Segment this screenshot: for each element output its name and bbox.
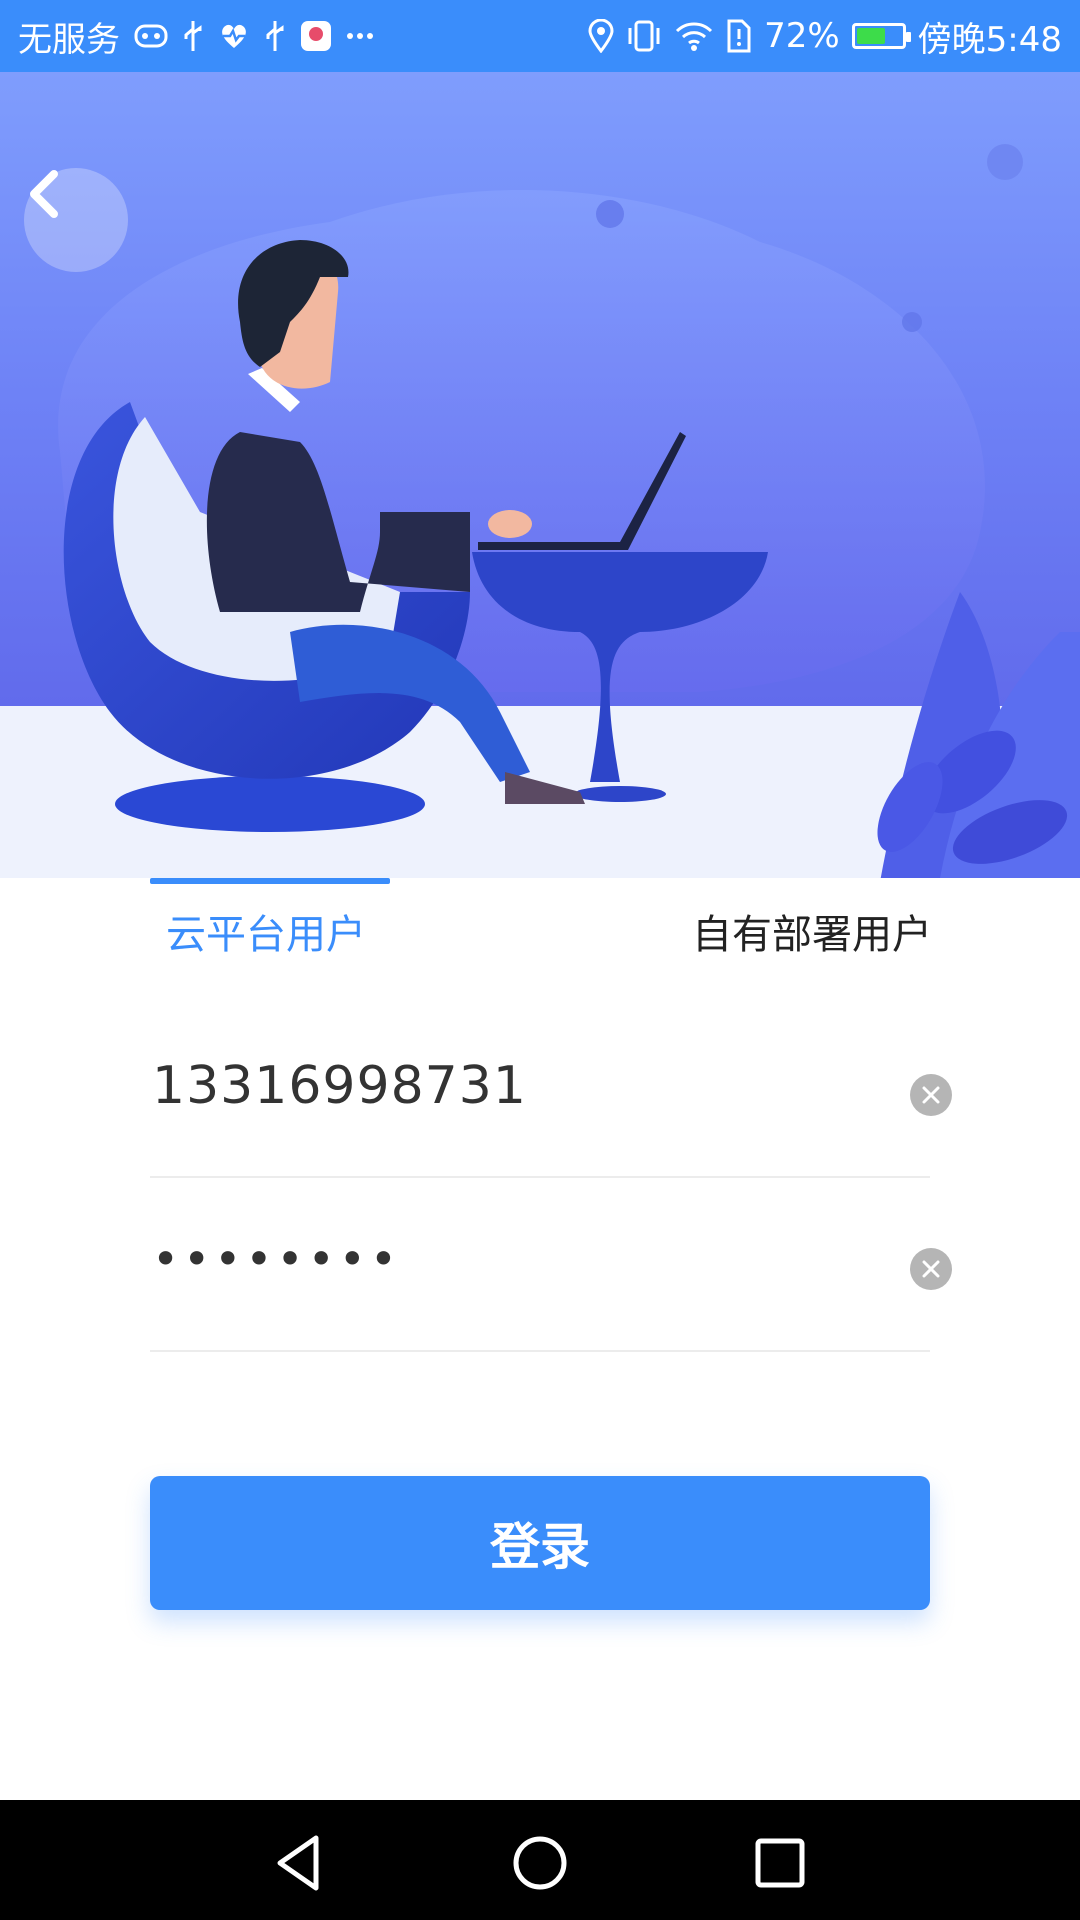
- nav-home-icon[interactable]: [505, 1828, 575, 1898]
- clock: 傍晚5:48: [917, 19, 1062, 60]
- usb-icon: [182, 19, 204, 53]
- password-field[interactable]: ••••••••: [150, 1212, 952, 1352]
- battery-percent: 72%: [764, 16, 840, 56]
- battery-icon: [851, 23, 911, 49]
- tab-self-deployed-user[interactable]: 自有部署用户: [692, 902, 932, 960]
- sim-alert-icon: [726, 19, 752, 53]
- carrier-label: 无服务: [18, 19, 120, 60]
- app-icon: [300, 20, 332, 52]
- clear-circle-icon: [922, 1086, 940, 1104]
- wifi-icon: [674, 20, 714, 52]
- vibrate-icon: [626, 19, 662, 53]
- tab-cloud-user[interactable]: 云平台用户: [166, 902, 366, 960]
- more-icon: [346, 32, 374, 40]
- clear-password-button[interactable]: [910, 1248, 952, 1290]
- clear-circle-icon: [922, 1260, 940, 1278]
- usb-icon: [264, 19, 286, 53]
- clear-phone-button[interactable]: [910, 1074, 952, 1116]
- login-type-tabs: 云平台用户 自有部署用户: [0, 878, 1080, 988]
- phone-field[interactable]: 13316998731: [150, 1038, 952, 1178]
- location-icon: [588, 19, 614, 53]
- nav-back-icon[interactable]: [266, 1828, 336, 1898]
- health-icon: [218, 22, 250, 50]
- person-with-laptop-illustration: [0, 144, 1080, 878]
- vr-icon: [134, 22, 168, 50]
- system-nav-bar: [0, 1800, 1080, 1920]
- active-tab-indicator: [150, 878, 390, 884]
- battery-fill: [856, 28, 885, 44]
- login-button[interactable]: 登录: [150, 1476, 930, 1610]
- back-button[interactable]: [24, 168, 128, 272]
- status-bar: 无服务 72% 傍晚5:48: [0, 0, 1080, 72]
- phone-input[interactable]: 13316998731: [152, 1056, 527, 1116]
- chevron-left-icon: [30, 170, 58, 218]
- hero-banner: [0, 72, 1080, 878]
- password-input[interactable]: ••••••••: [152, 1232, 401, 1286]
- nav-recents-icon[interactable]: [745, 1828, 815, 1898]
